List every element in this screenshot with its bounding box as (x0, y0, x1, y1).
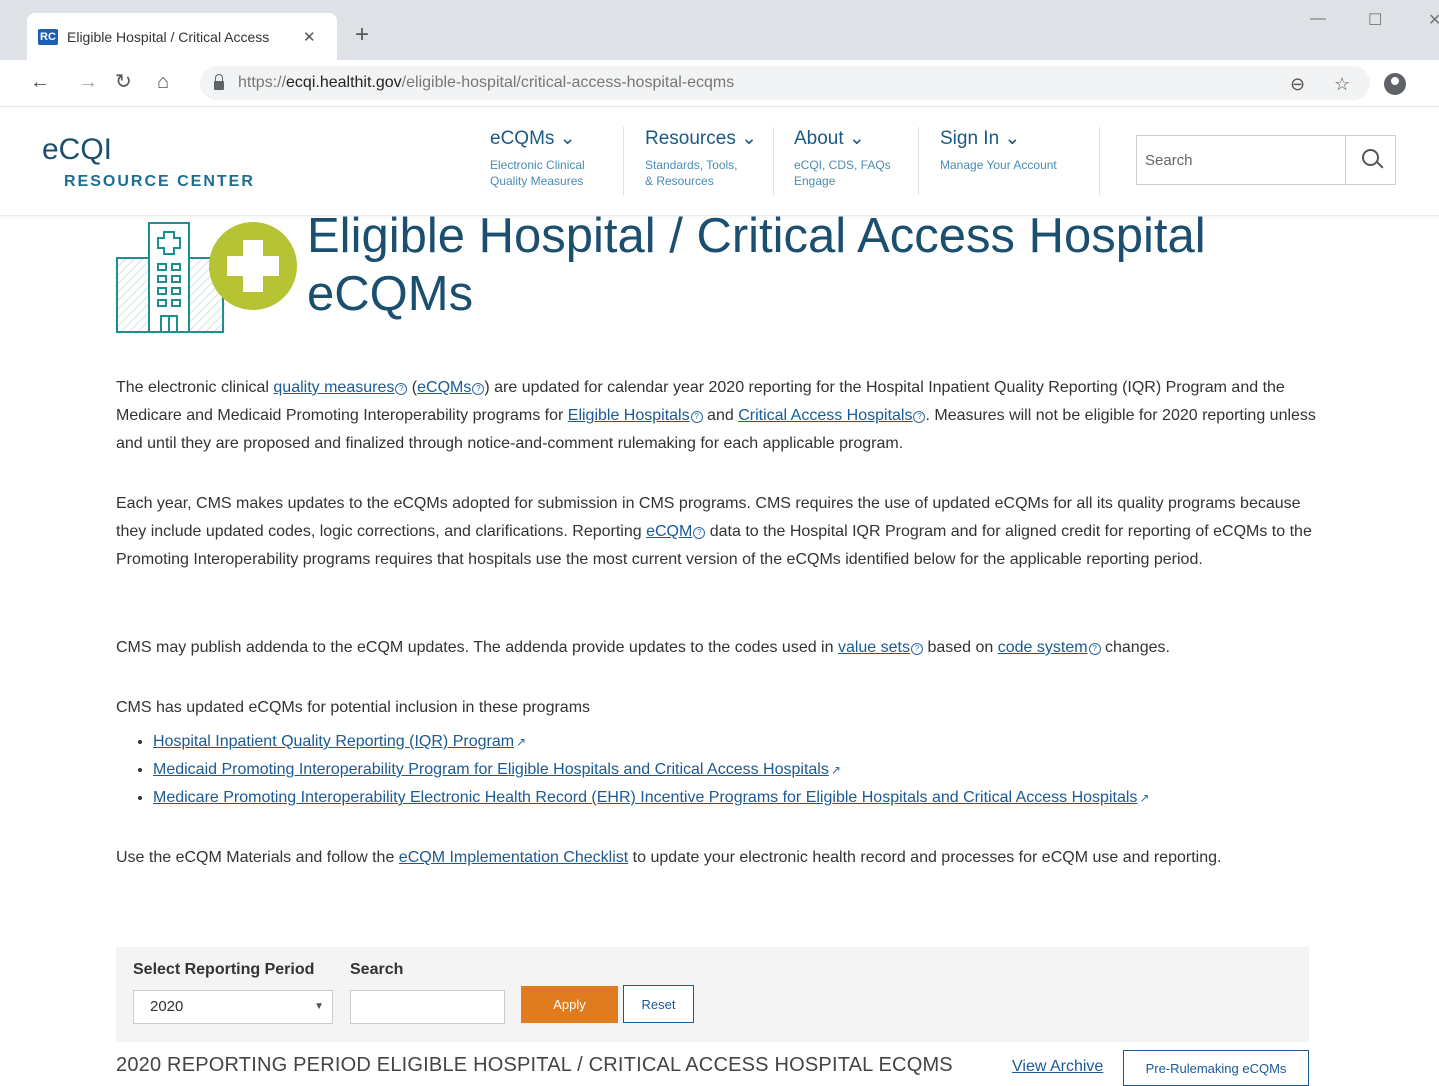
minimize-icon[interactable]: — (1310, 10, 1326, 28)
help-icon[interactable]: ? (1088, 643, 1101, 655)
zoom-icon[interactable]: ⊖ (1290, 74, 1305, 95)
nav-divider (623, 127, 624, 195)
medicare-program-link[interactable]: Medicare Promoting Interoperability Elec… (153, 789, 1137, 806)
home-icon[interactable]: ⌂ (157, 70, 169, 94)
programs-list: Hospital Inpatient Quality Reporting (IQ… (133, 728, 1149, 812)
search-input[interactable] (1137, 136, 1345, 184)
quality-measures-link[interactable]: quality measures (273, 379, 394, 396)
updates-paragraph: Each year, CMS makes updates to the eCQM… (116, 495, 1312, 568)
close-window-icon[interactable]: ✕ (1428, 10, 1439, 30)
help-icon[interactable]: ? (472, 383, 485, 395)
profile-icon[interactable] (1384, 73, 1406, 95)
external-link-icon: ↗ (830, 763, 841, 777)
external-link-icon: ↗ (1139, 791, 1150, 805)
help-icon[interactable]: ? (693, 527, 706, 539)
addenda-paragraph: CMS may publish addenda to the eCQM upda… (116, 639, 1170, 656)
hospital-icon (115, 222, 297, 334)
help-icon[interactable]: ? (913, 411, 926, 423)
reporting-period-select[interactable]: 2020 ▼ (133, 990, 333, 1024)
help-icon[interactable]: ? (911, 643, 923, 655)
tab-title: Eligible Hospital / Critical Access (67, 28, 270, 45)
search-label: Search (350, 961, 404, 978)
ecqm-link[interactable]: eCQM (646, 523, 692, 540)
filter-panel: Select Reporting Period Search 2020 ▼ Ap… (116, 947, 1309, 1042)
list-item: Hospital Inpatient Quality Reporting (IQ… (153, 728, 1149, 756)
browser-toolbar: ← → ↻ ⌂ https://ecqi.healthit.gov/eligib… (0, 60, 1439, 107)
lock-icon (214, 74, 224, 90)
search-button[interactable] (1345, 136, 1395, 184)
materials-paragraph: Use the eCQM Materials and follow the eC… (116, 849, 1222, 866)
reporting-period-heading: 2020 REPORTING PERIOD ELIGIBLE HOSPITAL … (116, 1054, 953, 1076)
page-title: Eligible Hospital / Critical Access Hosp… (307, 209, 1206, 321)
help-icon[interactable]: ? (395, 383, 408, 395)
site-logo-subtitle[interactable]: RESOURCE CENTER (64, 173, 255, 191)
intro-paragraph: The electronic clinical quality measures… (116, 379, 1316, 452)
eligible-hospitals-link[interactable]: Eligible Hospitals (568, 407, 690, 424)
bookmark-star-icon[interactable]: ☆ (1334, 74, 1350, 95)
reset-button[interactable]: Reset (623, 985, 694, 1023)
nav-divider (918, 127, 919, 195)
site-favicon-icon: RC (38, 28, 58, 45)
nav-divider (773, 127, 774, 195)
site-logo[interactable]: eCQI (42, 133, 112, 167)
reload-icon[interactable]: ↻ (115, 70, 132, 94)
view-archive-link[interactable]: View Archive (1012, 1058, 1103, 1076)
nav-ecqms[interactable]: eCQMs ⌄ Electronic Clinical Quality Meas… (490, 127, 585, 189)
implementation-checklist-link[interactable]: eCQM Implementation Checklist (399, 849, 628, 866)
nav-divider (1099, 127, 1100, 195)
address-bar[interactable]: https://ecqi.healthit.gov/eligible-hospi… (200, 66, 1370, 100)
close-tab-icon[interactable]: ✕ (303, 28, 316, 46)
dropdown-arrow-icon: ▼ (314, 1001, 324, 1012)
help-icon[interactable]: ? (690, 411, 703, 423)
code-system-link[interactable]: code system (998, 639, 1088, 656)
browser-tab-bar: RC Eligible Hospital / Critical Access ✕… (0, 0, 1439, 60)
nav-about[interactable]: About ⌄ eCQI, CDS, FAQs Engage (794, 127, 891, 189)
filter-search-input[interactable] (350, 990, 505, 1024)
external-link-icon: ↗ (516, 735, 527, 749)
value-sets-link[interactable]: value sets (838, 639, 910, 656)
new-tab-icon[interactable]: + (355, 20, 369, 50)
programs-intro: CMS has updated eCQMs for potential incl… (116, 699, 591, 716)
maximize-icon[interactable]: ☐ (1368, 10, 1382, 30)
list-item: Medicare Promoting Interoperability Elec… (153, 784, 1149, 812)
back-icon[interactable]: ← (30, 70, 50, 94)
nav-sign-in[interactable]: Sign In ⌄ Manage Your Account (940, 127, 1057, 173)
site-header: eCQI RESOURCE CENTER eCQMs ⌄ Electronic … (0, 107, 1439, 216)
browser-menu-icon[interactable]: ⋮ (1431, 70, 1439, 91)
iqr-program-link[interactable]: Hospital Inpatient Quality Reporting (IQ… (153, 733, 514, 750)
ecqms-link[interactable]: eCQMs (417, 379, 471, 396)
list-item: Medicaid Promoting Interoperability Prog… (153, 756, 1149, 784)
url-text: https://ecqi.healthit.gov/eligible-hospi… (238, 74, 735, 91)
apply-button[interactable]: Apply (521, 986, 618, 1023)
reporting-period-label: Select Reporting Period (133, 961, 315, 978)
forward-icon[interactable]: → (78, 70, 98, 94)
critical-access-hospitals-link[interactable]: Critical Access Hospitals (738, 407, 912, 424)
nav-resources[interactable]: Resources ⌄ Standards, Tools, & Resource… (645, 127, 757, 189)
site-search (1136, 135, 1396, 185)
medicaid-program-link[interactable]: Medicaid Promoting Interoperability Prog… (153, 761, 829, 778)
browser-tab[interactable]: RC Eligible Hospital / Critical Access ✕ (27, 13, 337, 60)
